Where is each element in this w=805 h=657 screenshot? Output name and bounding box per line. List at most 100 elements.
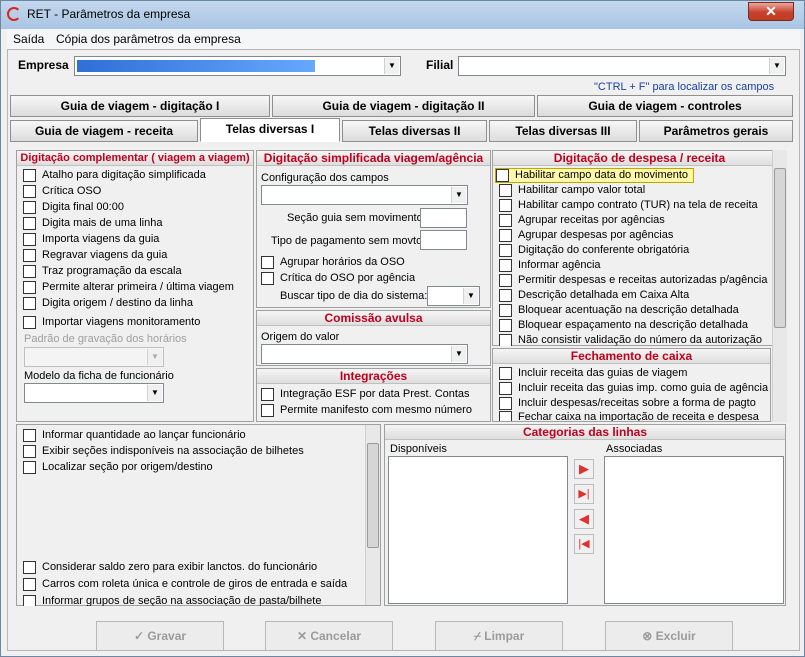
checkbox-icon[interactable] [23,595,36,606]
tab-guia-digitacao-2[interactable]: Guia de viagem - digitação II [272,95,535,117]
checkbox-incluir-receita-guias[interactable]: Incluir receita das guias de viagem [499,367,687,382]
gravar-button[interactable]: ✓ Gravar [96,621,224,651]
checkbox-origem-destino[interactable]: Digita origem / destino da linha [23,297,193,312]
checkbox-icon[interactable] [23,233,36,246]
checkbox-roleta-unica[interactable]: Carros com roleta única e controle de gi… [23,578,347,593]
checkbox-icon[interactable] [499,244,512,257]
tab-parametros-gerais[interactable]: Parâmetros gerais [639,120,793,142]
checkbox-icon[interactable] [499,289,512,302]
checkbox-icon[interactable] [499,184,512,197]
checkbox-icon[interactable] [261,404,274,417]
checkbox-exibir-secoes[interactable]: Exibir seções indisponíveis na associaçã… [23,445,304,460]
checkbox-icon[interactable] [23,169,36,182]
checkbox-permite-manifesto[interactable]: Permite manifesto com mesmo número [261,404,472,419]
checkbox-informar-quantidade[interactable]: Informar quantidade ao lançar funcionári… [23,429,246,444]
checkbox-icon[interactable] [23,578,36,591]
checkbox-caixa-alta[interactable]: Descrição detalhada em Caixa Alta [499,289,689,304]
checkbox-informar-agencia[interactable]: Informar agência [499,259,601,274]
menu-saida[interactable]: Saída [13,32,44,46]
chevron-down-icon[interactable]: ▼ [384,58,399,74]
chevron-down-icon[interactable]: ▼ [147,385,162,401]
checkbox-icon[interactable] [23,281,36,294]
tab-telas-diversas-1[interactable]: Telas diversas I [200,118,340,142]
checkbox-regravar-viagens[interactable]: Regravar viagens da guia [23,249,167,264]
checkbox-critica-oso[interactable]: Crítica OSO [23,185,101,200]
move-all-left-icon[interactable]: |◀ [574,534,594,554]
scrollbar-thumb[interactable] [774,168,786,328]
checkbox-icon[interactable] [499,199,512,212]
checkbox-permitir-despesas[interactable]: Permitir despesas e receitas autorizadas… [499,274,767,289]
limpar-button[interactable]: ⌿ Limpar [435,621,563,651]
associadas-list[interactable] [604,456,784,604]
checkbox-icon[interactable] [499,411,512,421]
move-left-icon[interactable]: ◀ [574,509,594,529]
origem-valor-combo[interactable]: ▼ [261,344,468,364]
checkbox-integracao-esf[interactable]: Integração ESF por data Prest. Contas [261,388,470,403]
checkbox-importar-monitoramento[interactable]: Importar viagens monitoramento [23,316,200,331]
chevron-down-icon[interactable]: ▼ [451,187,466,203]
checkbox-icon[interactable] [23,429,36,442]
checkbox-icon[interactable] [499,397,512,410]
checkbox-icon[interactable] [23,217,36,230]
move-right-icon[interactable]: ▶ [574,459,594,479]
checkbox-icon[interactable] [499,319,512,332]
move-all-right-icon[interactable]: ▶| [574,484,594,504]
checkbox-icon[interactable] [23,316,36,329]
checkbox-icon[interactable] [499,382,512,395]
misc-scrollbar[interactable] [365,425,380,605]
close-button[interactable]: ✕ [748,2,794,21]
checkbox-digita-mais-linha[interactable]: Digita mais de uma linha [23,217,162,232]
checkbox-critica-oso-agencia[interactable]: Crítica do OSO por agência [261,272,415,287]
checkbox-traz-programacao[interactable]: Traz programação da escala [23,265,182,280]
checkbox-grupos-secao[interactable]: Informar grupos de seção na associação d… [23,595,321,606]
checkbox-icon[interactable] [261,256,274,269]
secao-guia-input[interactable] [420,208,467,228]
tab-telas-diversas-2[interactable]: Telas diversas II [342,120,487,142]
checkbox-nao-consistir[interactable]: Não consistir validação do número da aut… [499,334,762,346]
checkbox-incluir-receita-agencia[interactable]: Incluir receita das guias imp. como guia… [499,382,768,397]
checkbox-icon[interactable] [23,265,36,278]
checkbox-icon[interactable] [23,561,36,574]
filial-combo[interactable]: ▼ [458,56,786,76]
chevron-down-icon[interactable]: ▼ [463,288,478,304]
scrollbar-thumb[interactable] [367,443,379,548]
checkbox-digita-final[interactable]: Digita final 00:00 [23,201,124,216]
checkbox-considerar-saldo[interactable]: Considerar saldo zero para exibir lancto… [23,561,317,576]
checkbox-icon[interactable] [23,185,36,198]
checkbox-bloquear-acentuacao[interactable]: Bloquear acentuação na descrição detalha… [499,304,739,319]
checkbox-icon[interactable] [499,334,512,346]
checkbox-icon[interactable] [23,201,36,214]
checkbox-bloquear-espacamento[interactable]: Bloquear espaçamento na descrição detalh… [499,319,748,334]
checkbox-fechar-caixa[interactable]: Fechar caixa na importação de receita e … [499,411,759,421]
checkbox-agrupar-receitas[interactable]: Agrupar receitas por agências [499,214,665,229]
cancelar-button[interactable]: ✕ Cancelar [265,621,393,651]
checkbox-agrupar-despesas[interactable]: Agrupar despesas por agências [499,229,673,244]
buscar-tipo-combo[interactable]: ▼ [427,286,480,306]
checkbox-icon[interactable] [499,367,512,380]
tipo-pagamento-input[interactable] [420,230,467,250]
checkbox-icon[interactable] [23,249,36,262]
checkbox-habilitar-data-movimento[interactable]: Habilitar campo data do movimento [495,168,695,183]
checkbox-icon[interactable] [499,214,512,227]
checkbox-agrupar-horarios[interactable]: Agrupar horários da OSO [261,256,405,271]
menu-copia-parametros[interactable]: Cópia dos parâmetros da empresa [56,32,241,46]
checkbox-icon[interactable] [23,297,36,310]
checkbox-alterar-viagem[interactable]: Permite alterar primeira / última viagem [23,281,234,296]
configuracao-campos-combo[interactable]: ▼ [261,185,468,205]
checkbox-icon[interactable] [23,445,36,458]
checkbox-atalho[interactable]: Atalho para digitação simplificada [23,169,206,184]
chevron-down-icon[interactable]: ▼ [451,346,466,362]
excluir-button[interactable]: ⊗ Excluir [605,621,733,651]
checkbox-icon[interactable] [499,259,512,272]
checkbox-localizar-secao[interactable]: Localizar seção por origem/destino [23,461,213,476]
checkbox-icon[interactable] [499,274,512,287]
modelo-ficha-combo[interactable]: ▼ [24,383,164,403]
checkbox-icon[interactable] [496,169,509,182]
checkbox-icon[interactable] [499,304,512,317]
checkbox-conferente-obrigatoria[interactable]: Digitação do conferente obrigatória [499,244,689,259]
checkbox-habilitar-contrato[interactable]: Habilitar campo contrato (TUR) na tela d… [499,199,758,214]
tab-guia-digitacao-1[interactable]: Guia de viagem - digitação I [10,95,270,117]
tab-guia-receita[interactable]: Guia de viagem - receita [10,120,198,142]
checkbox-icon[interactable] [261,388,274,401]
tab-telas-diversas-3[interactable]: Telas diversas III [489,120,637,142]
